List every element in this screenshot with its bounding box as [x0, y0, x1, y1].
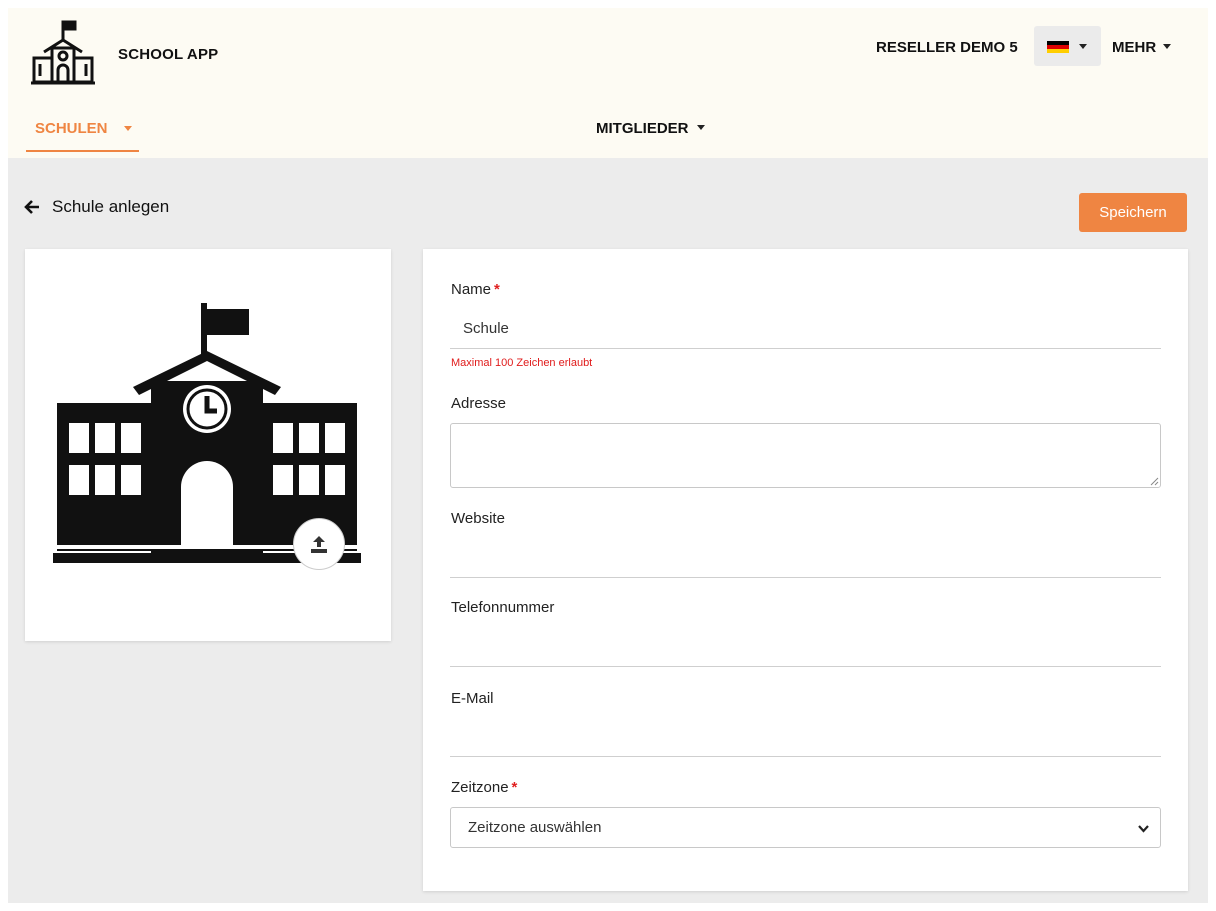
- nav-members[interactable]: MITGLIEDER: [596, 120, 705, 137]
- timezone-label-text: Zeitzone: [451, 779, 509, 796]
- upload-icon: [311, 536, 327, 553]
- upload-image-button[interactable]: [293, 518, 345, 570]
- address-textarea[interactable]: [450, 423, 1161, 488]
- timezone-label: Zeitzone *: [451, 779, 517, 796]
- app-title: SCHOOL APP: [118, 46, 219, 63]
- address-label: Adresse: [451, 395, 507, 412]
- germany-flag-icon: [1047, 41, 1069, 53]
- name-label-text: Name: [451, 281, 492, 298]
- timezone-select[interactable]: Zeitzone auswählen: [450, 807, 1161, 848]
- more-label: MEHR: [1112, 39, 1157, 56]
- page-title: Schule anlegen: [52, 197, 170, 216]
- back-link[interactable]: Schule anlegen: [24, 197, 169, 217]
- language-dropdown[interactable]: [1034, 26, 1101, 66]
- nav-schools[interactable]: SCHULEN: [26, 108, 139, 152]
- timezone-selected: Zeitzone auswählen: [468, 819, 602, 836]
- nav-members-label: MITGLIEDER: [596, 120, 689, 137]
- name-label: Name *: [451, 281, 500, 298]
- name-hint: Maximal 100 Zeichen erlaubt: [451, 357, 593, 369]
- resize-grip-icon[interactable]: [1150, 477, 1159, 486]
- chevron-down-icon: [124, 126, 132, 131]
- school-form-card: Name* Maximal 100 Zeichen erlaubt Adress…: [423, 249, 1188, 891]
- school-image-card: [25, 249, 391, 641]
- website-input[interactable]: [450, 538, 1161, 578]
- more-menu[interactable]: MEHR: [1112, 39, 1172, 56]
- arrow-left-icon[interactable]: [24, 199, 40, 215]
- required-marker: *: [494, 281, 500, 298]
- website-label: Website: [451, 510, 505, 527]
- phone-label: Telefonnummer: [451, 599, 555, 616]
- chevron-down-icon: [1163, 44, 1172, 49]
- save-button[interactable]: Speichern: [1079, 193, 1187, 232]
- chevron-down-icon: [696, 125, 705, 130]
- top-header: SCHOOL APP RESELLER DEMO 5 MEHR SCHULEN …: [8, 8, 1208, 158]
- email-label: E-Mail: [451, 690, 494, 707]
- reseller-name[interactable]: RESELLER DEMO 5: [876, 39, 1018, 56]
- nav-schools-label: SCHULEN: [35, 120, 108, 137]
- school-building-icon[interactable]: [28, 18, 98, 88]
- phone-input[interactable]: [450, 627, 1161, 667]
- chevron-down-icon: [1079, 44, 1087, 49]
- app-frame: SCHOOL APP RESELLER DEMO 5 MEHR SCHULEN …: [8, 8, 1208, 903]
- required-marker: *: [511, 779, 518, 796]
- email-input[interactable]: [450, 717, 1161, 757]
- chevron-down-icon: [1138, 825, 1149, 833]
- name-input[interactable]: [450, 309, 1161, 349]
